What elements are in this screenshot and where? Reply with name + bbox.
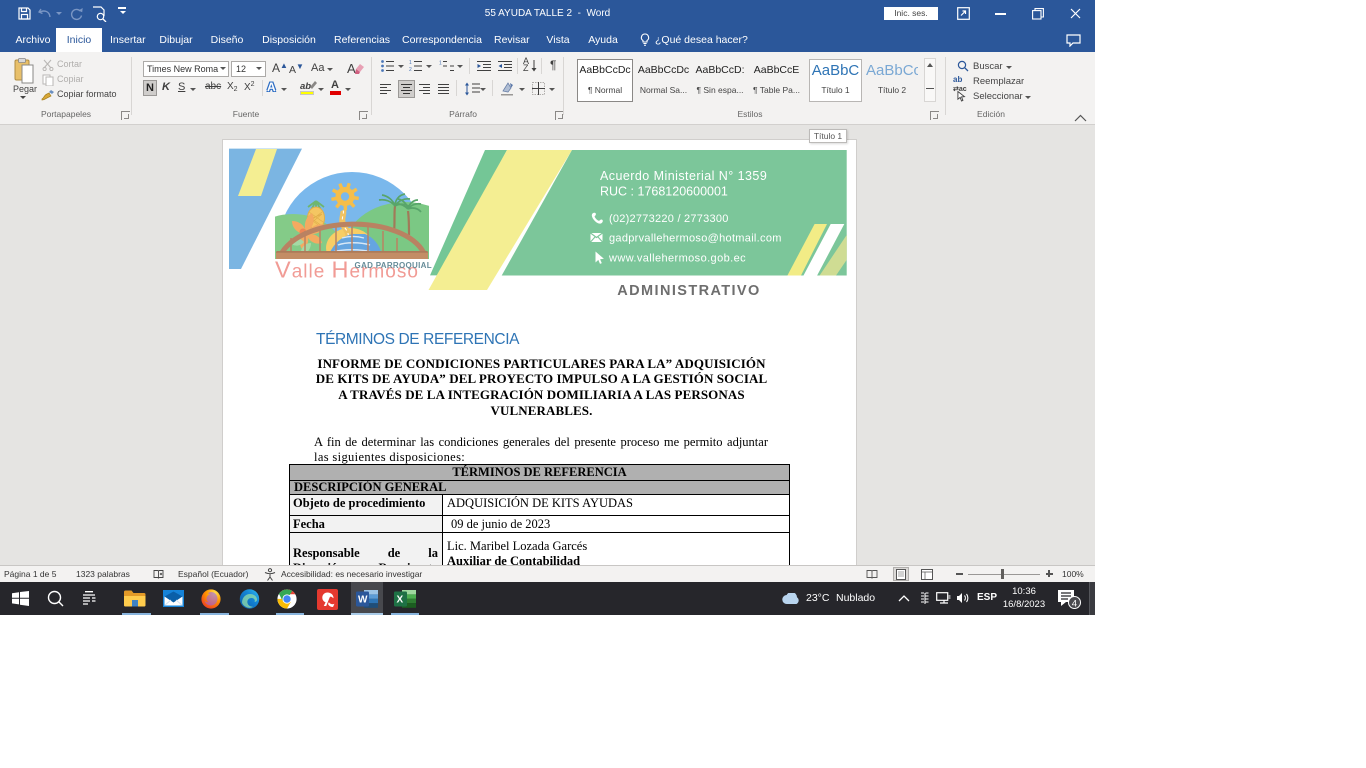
svg-text:X: X — [397, 595, 404, 606]
svg-text:4: 4 — [1072, 598, 1077, 609]
svg-text:Acuerdo Ministerial N° 1359: Acuerdo Ministerial N° 1359 — [600, 169, 767, 183]
svg-text:1: 1 — [439, 61, 442, 67]
svg-text:RUC : 1768120600001: RUC : 1768120600001 — [600, 185, 728, 199]
svg-text:1: 1 — [409, 60, 412, 66]
svg-text:gadprvallehermoso@hotmail.com: gadprvallehermoso@hotmail.com — [609, 233, 782, 245]
svg-text:GAD PARROQUIAL: GAD PARROQUIAL — [355, 261, 432, 270]
svg-text:(02)2773220 / 2773300: (02)2773220 / 2773300 — [609, 213, 729, 225]
svg-text:2: 2 — [409, 67, 412, 72]
svg-text:W: W — [358, 595, 368, 606]
svg-text:www.vallehermoso.gob.ec: www.vallehermoso.gob.ec — [608, 253, 746, 265]
svg-text:A: A — [347, 61, 356, 76]
